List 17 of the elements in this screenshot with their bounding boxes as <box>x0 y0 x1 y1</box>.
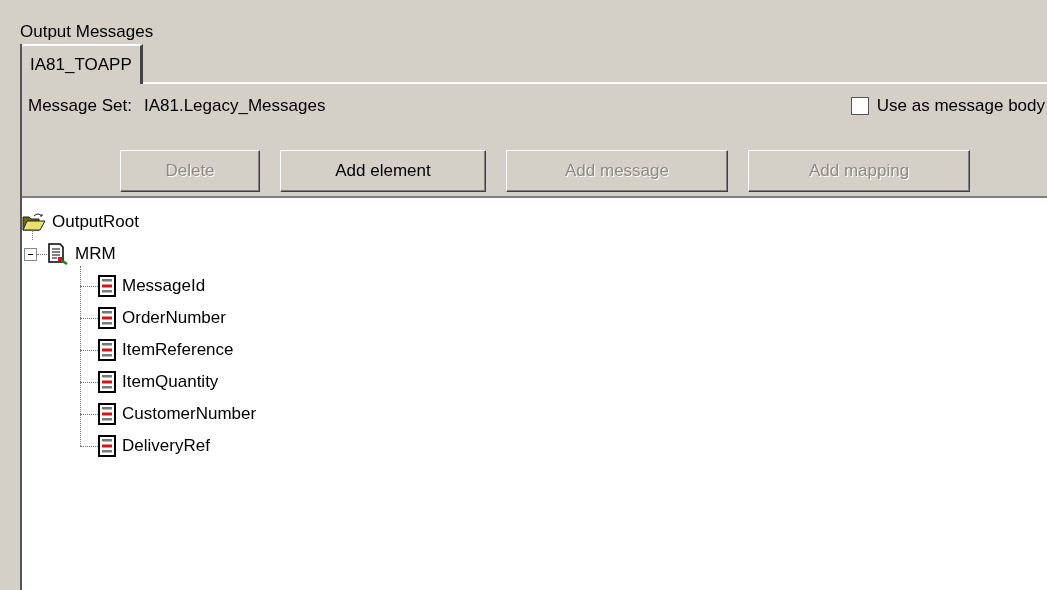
message-set-value: IA81.Legacy_Messages <box>143 96 326 116</box>
tree-item[interactable]: MessageId <box>122 276 206 296</box>
tree-item[interactable]: MRM <box>75 244 116 264</box>
message-set-label: Message Set: <box>28 96 132 116</box>
tree-item[interactable]: CustomerNumber <box>122 404 257 424</box>
tab[interactable]: IA81_TOAPP <box>22 44 143 84</box>
checkbox[interactable] <box>850 97 869 115</box>
section-title: Output Messages <box>20 21 155 43</box>
tree-item[interactable]: DeliveryRef <box>122 436 210 456</box>
checkbox-label[interactable]: Use as message body <box>876 96 1045 116</box>
tree-item[interactable]: ItemReference <box>122 340 234 360</box>
document-icon <box>47 243 69 265</box>
toolbar-button[interactable]: Add element <box>280 150 486 192</box>
tree-item[interactable]: OutputRoot <box>52 212 139 232</box>
tree-item[interactable]: ItemQuantity <box>122 372 219 392</box>
tree-item[interactable]: OrderNumber <box>122 308 226 328</box>
collapse-icon[interactable] <box>24 247 37 261</box>
